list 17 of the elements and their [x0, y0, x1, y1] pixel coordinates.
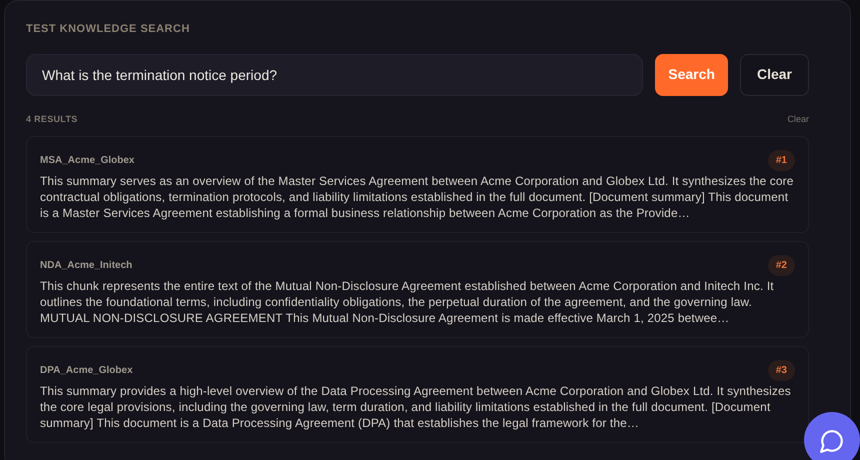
result-snippet: This summary serves as an overview of the Master Services Agreement between Acme Corporation and Globex Ltd. It synthesizes the core contractual obligations, termination protocols, and liability limitations established in the full document. [Document summary] This document is a Master Services Agreement establishing a formal business relationship between Acme Corporation as the Provide… — [40, 173, 795, 221]
rank-badge: #1 — [768, 150, 795, 171]
chat-bubble-icon — [819, 428, 845, 454]
clear-link[interactable]: Clear — [787, 112, 809, 126]
result-snippet: This summary provides a high-level overview of the Data Processing Agreement between Acme Corporation and Globex Ltd. It synthesizes the core legal provisions, including the governing law, term duration, and liability limitations established in the full document. [Document summary] This document is a Data Processing Agreement (DPA) that establishes the legal framework for the… — [40, 383, 792, 431]
result-source: DPA_Acme_Globex — [40, 364, 133, 378]
rank-badge: #3 — [768, 360, 795, 381]
result-source: NDA_Acme_Initech — [40, 259, 132, 273]
search-field[interactable]: What is the termination notice period? — [26, 54, 644, 96]
clear-button[interactable]: Clear — [740, 54, 809, 96]
result-card[interactable] — [26, 346, 809, 443]
results-count: 4 RESULTS — [26, 112, 78, 126]
rank-badge: #2 — [768, 255, 795, 276]
result-source: MSA_Acme_Globex — [40, 154, 134, 168]
chat-button[interactable] — [804, 412, 860, 460]
result-snippet: This chunk represents the entire text of the Mutual Non-Disclosure Agreement established between Acme Corporation and Initech Inc. It outlines the foundational terms, including confidentiality obligations, the perpetual duration of the agreement, and the governing law. MUTUAL NON-DISCLOSURE AGREEMENT This Mutual Non-Disclosure Agreement is made effective March 1, 2025 betwee… — [40, 278, 775, 326]
panel-title: TEST KNOWLEDGE SEARCH — [26, 22, 191, 37]
